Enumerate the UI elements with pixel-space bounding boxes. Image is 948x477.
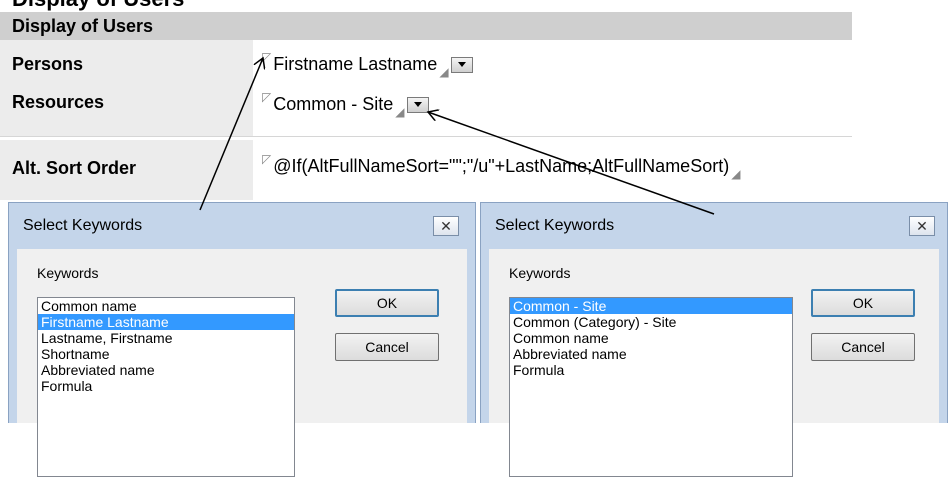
ok-button[interactable]: OK bbox=[335, 289, 439, 317]
keyword-option[interactable]: Lastname, Firstname bbox=[38, 330, 294, 346]
ok-button[interactable]: OK bbox=[811, 289, 915, 317]
keywords-listbox[interactable]: Common name Firstname Lastname Lastname, F… bbox=[37, 297, 295, 477]
alt-sort-label: Alt. Sort Order bbox=[12, 158, 137, 178]
resources-label: Resources bbox=[12, 92, 105, 112]
dialog-body: Keywords Common - Site Common (Category) … bbox=[489, 249, 939, 477]
select-keywords-dialog-persons: Select Keywords ✕ Keywords Common name Fi… bbox=[8, 202, 476, 477]
resources-dropdown-button[interactable] bbox=[406, 97, 429, 114]
persons-dropdown-button[interactable] bbox=[450, 57, 473, 74]
dialog-title: Select Keywords bbox=[23, 217, 143, 234]
alt-sort-value[interactable]: @If(AltFullNameSort="";"/u"+LastName;Alt… bbox=[273, 156, 729, 176]
close-icon[interactable]: ✕ bbox=[433, 216, 459, 236]
keyword-option[interactable]: Common name bbox=[510, 330, 792, 346]
cancel-button[interactable]: Cancel bbox=[811, 333, 915, 361]
field-start-marker: ◸ bbox=[262, 90, 272, 104]
persons-field[interactable]: ◸ Firstname Lastname ◢ bbox=[262, 50, 473, 79]
cancel-button[interactable]: Cancel bbox=[335, 333, 439, 361]
keyword-option[interactable]: Common (Category) - Site bbox=[510, 314, 792, 330]
dialog-title: Select Keywords bbox=[495, 217, 615, 234]
keywords-label: Keywords bbox=[509, 265, 571, 281]
close-icon[interactable]: ✕ bbox=[909, 216, 935, 236]
page-title-cutoff: Display of Users bbox=[12, 0, 184, 12]
persons-label: Persons bbox=[12, 54, 84, 74]
keyword-option[interactable]: Firstname Lastname bbox=[38, 314, 294, 330]
alt-sort-field[interactable]: ◸ @If(AltFullNameSort="";"/u"+LastName;Al… bbox=[262, 152, 740, 181]
resources-value[interactable]: Common - Site bbox=[273, 94, 393, 114]
persons-value[interactable]: Firstname Lastname bbox=[273, 54, 437, 74]
section-title: Display of Users bbox=[12, 16, 154, 36]
field-end-marker: ◢ bbox=[731, 167, 741, 181]
keyword-option[interactable]: Abbreviated name bbox=[510, 346, 792, 362]
field-start-marker: ◸ bbox=[262, 50, 272, 64]
divider bbox=[0, 136, 852, 137]
resources-field[interactable]: ◸ Common - Site ◢ bbox=[262, 90, 429, 119]
keyword-option[interactable]: Common name bbox=[38, 298, 294, 314]
dialog-body: Keywords Common name Firstname Lastname La… bbox=[17, 249, 467, 477]
keyword-option[interactable]: Common - Site bbox=[510, 298, 792, 314]
field-start-marker: ◸ bbox=[262, 152, 272, 166]
keywords-label: Keywords bbox=[37, 265, 99, 281]
field-end-marker: ◢ bbox=[395, 105, 405, 119]
keyword-option[interactable]: Formula bbox=[510, 362, 792, 378]
section-header: Display of Users bbox=[0, 12, 852, 40]
select-keywords-dialog-resources: Select Keywords ✕ Keywords Common - Site… bbox=[480, 202, 948, 477]
keyword-option[interactable]: Abbreviated name bbox=[38, 362, 294, 378]
field-end-marker: ◢ bbox=[439, 65, 449, 79]
keyword-option[interactable]: Formula bbox=[38, 378, 294, 394]
keyword-option[interactable]: Shortname bbox=[38, 346, 294, 362]
keywords-listbox[interactable]: Common - Site Common (Category) - Site Com… bbox=[509, 297, 793, 477]
